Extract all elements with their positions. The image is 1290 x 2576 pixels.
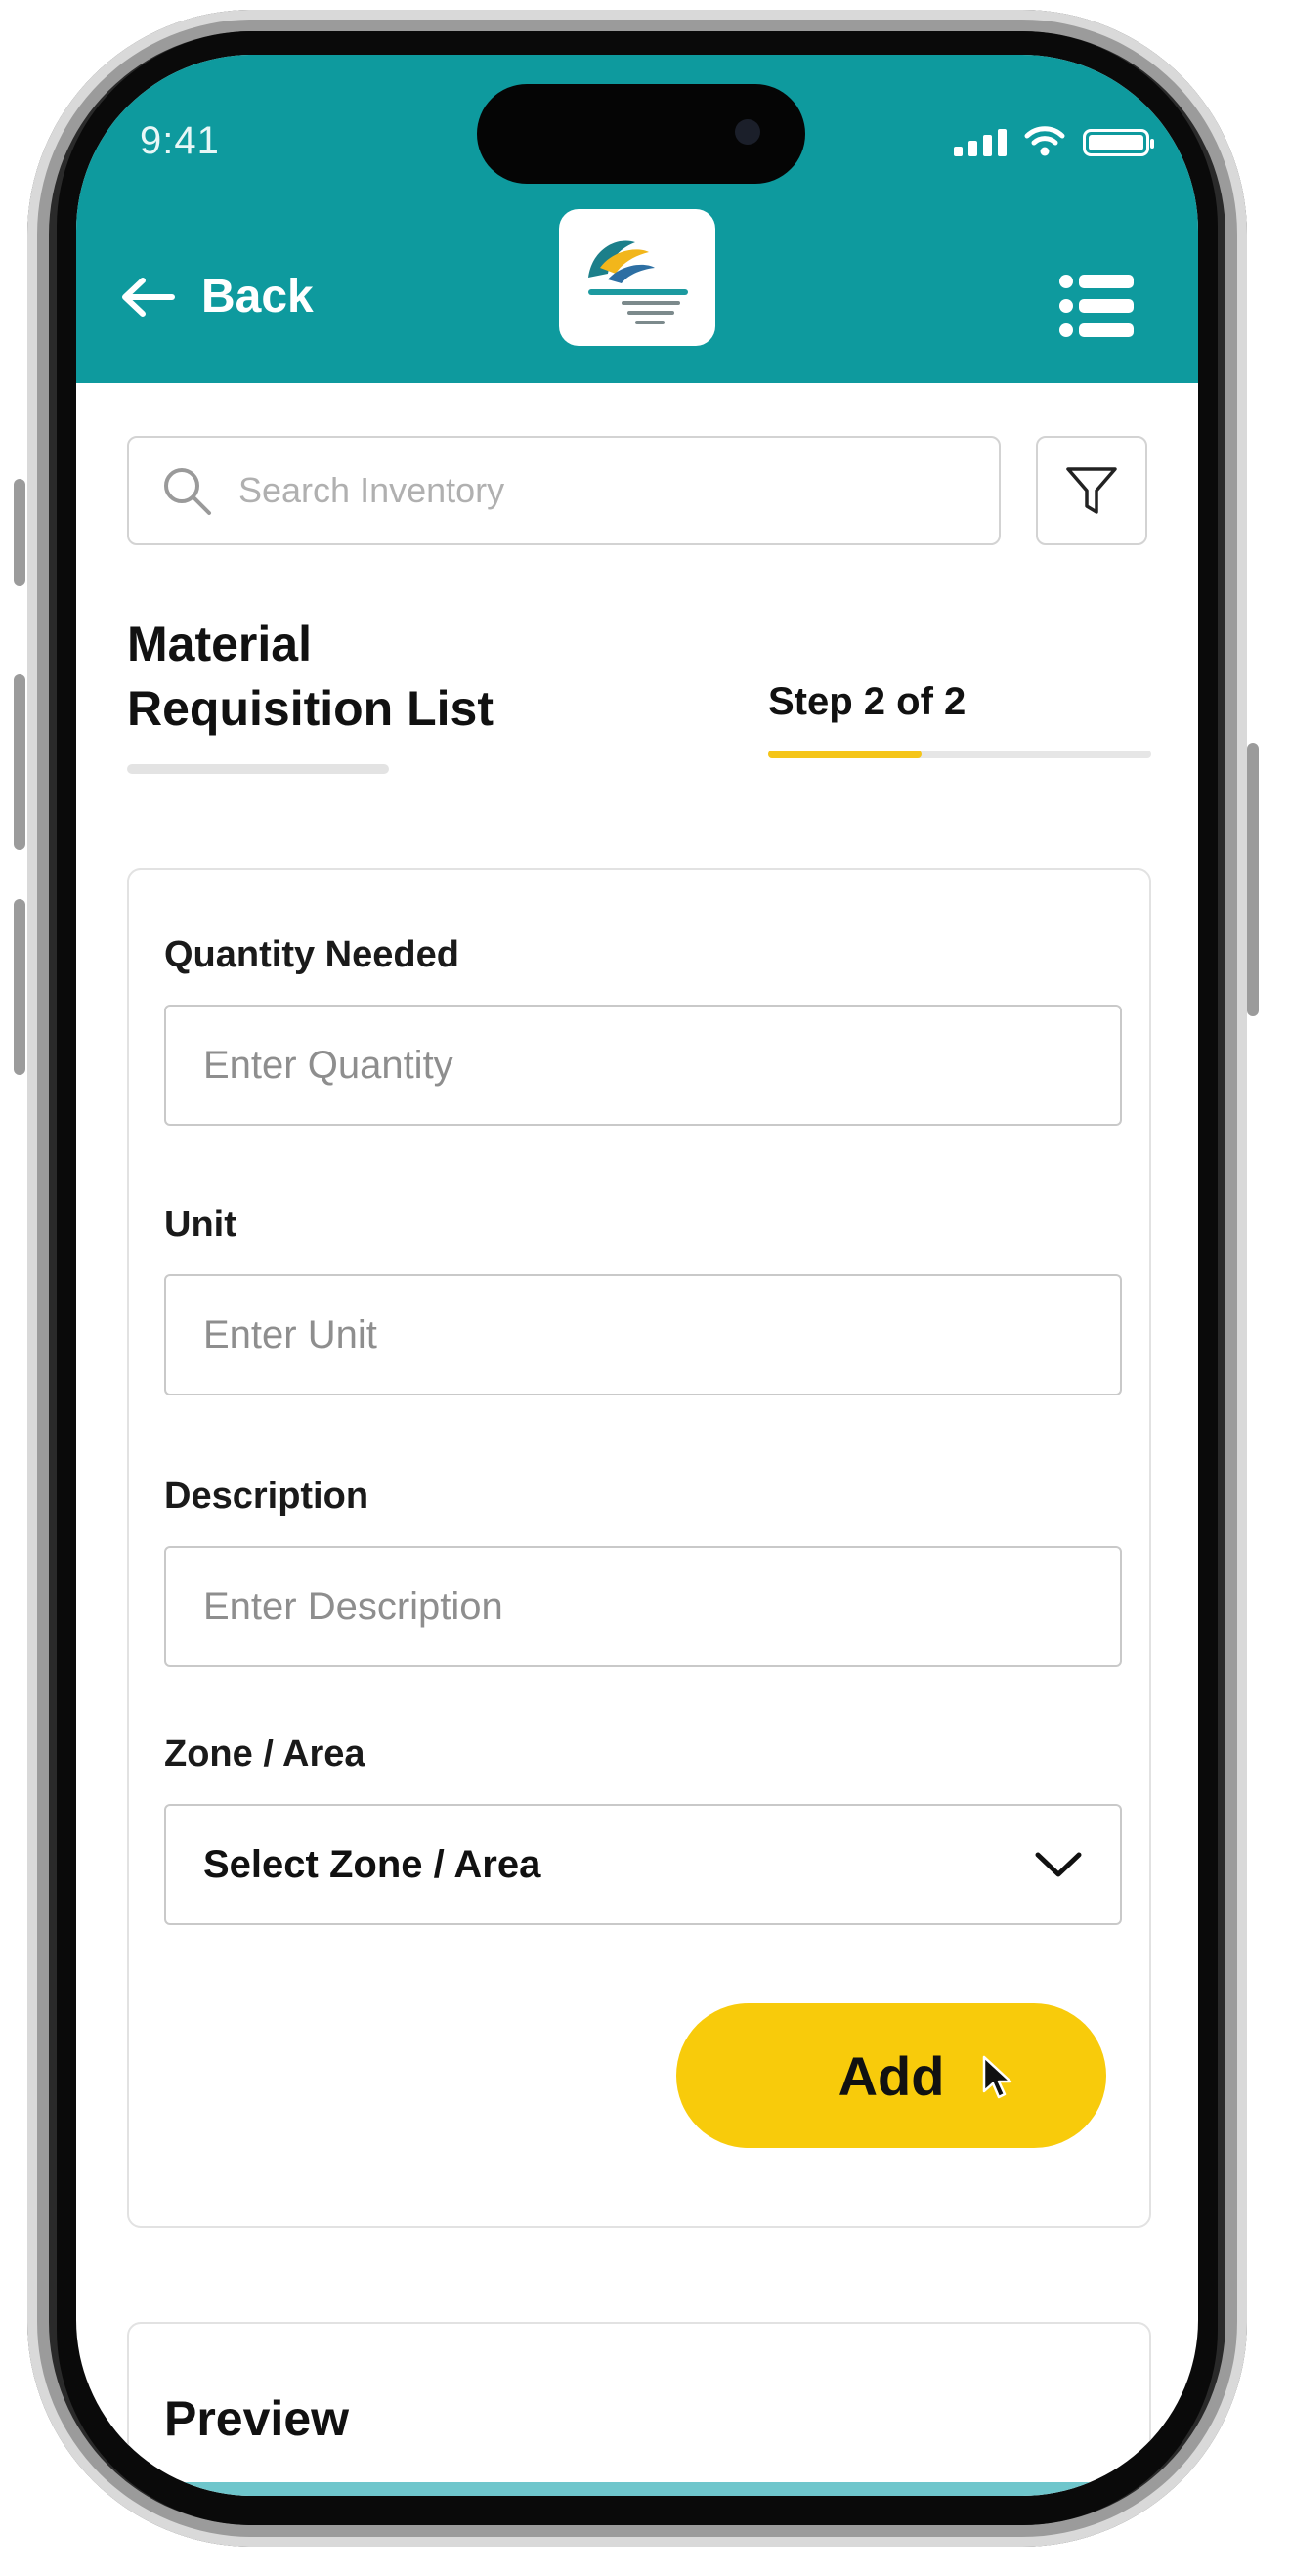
company-logo: [559, 209, 715, 346]
bottom-accent-strip: [76, 2482, 1198, 2496]
cellular-signal-icon: [954, 129, 1007, 156]
step-indicator-label: Step 2 of 2: [768, 680, 967, 723]
page-title-line1: Material: [127, 617, 312, 671]
step-progress-bar: [768, 751, 1151, 758]
arrow-left-icon: [122, 277, 175, 317]
app-screen: 9:41 Back Search Inventory Material Requ…: [76, 55, 1198, 2496]
back-button[interactable]: Back: [119, 270, 314, 323]
phone-volume-up-button: [14, 674, 25, 850]
app-header: 9:41 Back: [76, 55, 1198, 383]
phone-action-button: [14, 479, 25, 586]
quantity-label: Quantity Needed: [164, 934, 459, 975]
description-input[interactable]: [164, 1546, 1122, 1667]
back-label: Back: [201, 271, 314, 322]
search-icon: [164, 468, 211, 515]
phone-volume-down-button: [14, 899, 25, 1075]
page-title-line2: Requisition List: [127, 681, 494, 736]
search-input[interactable]: [236, 469, 924, 512]
status-time: 9:41: [140, 119, 220, 162]
description-label: Description: [164, 1476, 369, 1517]
zone-label: Zone / Area: [164, 1734, 366, 1775]
title-underline: [127, 764, 389, 774]
phone-power-button: [1247, 743, 1259, 1016]
chevron-down-icon: [1035, 1852, 1082, 1877]
menu-button[interactable]: [1057, 272, 1136, 340]
wifi-icon: [1024, 126, 1065, 156]
dynamic-island: [477, 84, 805, 184]
zone-select[interactable]: Select Zone / Area: [164, 1804, 1122, 1925]
filter-icon: [1066, 467, 1117, 514]
battery-icon: [1083, 129, 1154, 156]
page-title: Material Requisition List: [127, 612, 494, 741]
filter-button[interactable]: [1036, 436, 1147, 545]
preview-section: Preview: [127, 2322, 1151, 2496]
camera-icon: [735, 119, 760, 145]
add-button[interactable]: Add: [676, 2003, 1106, 2148]
list-menu-icon: [1059, 275, 1134, 337]
search-bar[interactable]: [127, 436, 1001, 545]
unit-label: Unit: [164, 1204, 236, 1245]
requisition-form: Quantity Needed Unit Description Zone / …: [127, 868, 1151, 2228]
mouse-cursor-icon: [982, 2055, 1012, 2099]
unit-input[interactable]: [164, 1274, 1122, 1395]
zone-select-value: Select Zone / Area: [203, 1842, 541, 1886]
step-progress-fill: [768, 751, 922, 758]
quantity-input[interactable]: [164, 1005, 1122, 1126]
status-icons: [954, 125, 1154, 156]
logo-mark: [588, 240, 688, 324]
preview-title: Preview: [164, 2391, 350, 2446]
